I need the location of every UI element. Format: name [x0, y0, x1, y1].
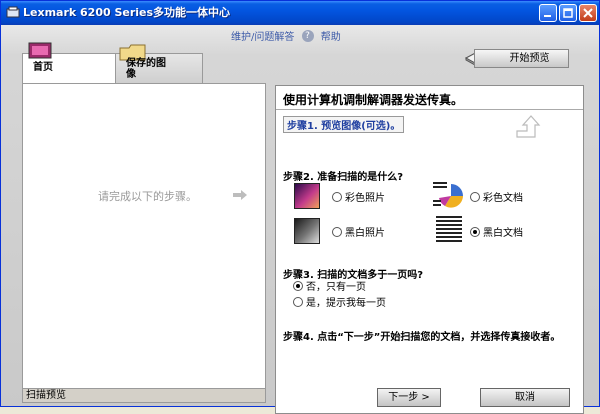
left-panel-footer: 扫描预览 [23, 388, 265, 402]
option-bw-photo-label: 黑白照片 [345, 228, 385, 239]
option-single-page-label: 否，只有一页 [306, 282, 366, 293]
arrow-right-icon [233, 190, 247, 200]
option-bw-photo[interactable]: 黑白照片 [332, 227, 385, 240]
application-window: Lexmark 6200 Series多功能一体中心 维护/问题解答 ? 帮助 … [0, 0, 600, 414]
main-area: 维护/问题解答 ? 帮助 开始预览 保存的图像 首页 请完成以下的步骤。 扫描预… [1, 25, 599, 414]
maximize-button[interactable] [559, 4, 577, 22]
option-color-photo[interactable]: 彩色照片 [332, 192, 385, 205]
close-button[interactable] [579, 4, 597, 22]
minimize-button[interactable] [539, 4, 557, 22]
wizard-title: 使用计算机调制解调器发送传真。 [283, 93, 464, 107]
color-photo-thumbnail [294, 183, 320, 209]
maximize-icon [563, 8, 573, 18]
option-multi-page-label: 是，提示我每一页 [306, 298, 386, 309]
help-link[interactable]: 帮助 [321, 28, 341, 43]
tab-home-label: 首页 [33, 62, 53, 73]
option-bw-document[interactable]: 黑白文档 [470, 227, 523, 240]
radio-color-document[interactable] [470, 192, 480, 202]
start-preview-button[interactable]: 开始预览 [474, 49, 569, 68]
option-color-document[interactable]: 彩色文档 [470, 192, 523, 205]
home-photo-icon [28, 42, 52, 59]
tab-home[interactable]: 首页 [22, 42, 116, 85]
top-links: 维护/问题解答 ? 帮助 [231, 28, 341, 43]
step2-heading: 步骤2. 准备扫描的是什么? [283, 172, 404, 183]
next-button[interactable]: 下一步 > [377, 388, 441, 407]
maintenance-link[interactable]: 维护/问题解答 [231, 28, 294, 43]
up-arrow-icon [516, 115, 541, 138]
help-icon[interactable]: ? [301, 29, 314, 42]
option-single-page[interactable]: 否，只有一页 [293, 281, 366, 294]
window-title: Lexmark 6200 Series多功能一体中心 [23, 6, 231, 19]
bw-document-thumbnail [436, 216, 462, 242]
radio-color-photo[interactable] [332, 192, 342, 202]
radio-bw-photo[interactable] [332, 227, 342, 237]
title-bar[interactable]: Lexmark 6200 Series多功能一体中心 [1, 1, 599, 25]
radio-bw-document[interactable] [470, 227, 480, 237]
divider [276, 109, 583, 110]
scan-preview-panel: 请完成以下的步骤。 扫描预览 [22, 83, 266, 403]
radio-multi-page[interactable] [293, 297, 303, 307]
app-icon [6, 6, 20, 18]
left-panel-message: 请完成以下的步骤。 [98, 190, 197, 203]
option-color-photo-label: 彩色照片 [345, 193, 385, 204]
step3-heading: 步骤3. 扫描的文档多于一页吗? [283, 270, 424, 281]
option-color-document-label: 彩色文档 [483, 193, 523, 204]
radio-single-page[interactable] [293, 281, 303, 291]
bw-photo-thumbnail [294, 218, 320, 244]
tab-saved-images[interactable]: 保存的图像 [115, 44, 203, 83]
option-multi-page[interactable]: 是，提示我每一页 [293, 297, 386, 310]
close-icon [583, 8, 593, 18]
step1-preview-link[interactable]: 步骤1. 预览图像(可选)。 [283, 116, 405, 133]
color-document-thumbnail [433, 182, 463, 208]
fax-wizard-panel: 使用计算机调制解调器发送传真。 步骤1. 预览图像(可选)。 步骤2. 准备扫描… [275, 85, 584, 414]
tab-saved-images-label: 保存的图像 [126, 58, 166, 80]
option-bw-document-label: 黑白文档 [483, 228, 523, 239]
cancel-button[interactable]: 取消 [480, 388, 570, 407]
step4-instructions: 步骤4. 点击“下一步”开始扫描您的文档，并选择传真接收者。 [283, 332, 561, 343]
minimize-icon [544, 15, 551, 17]
